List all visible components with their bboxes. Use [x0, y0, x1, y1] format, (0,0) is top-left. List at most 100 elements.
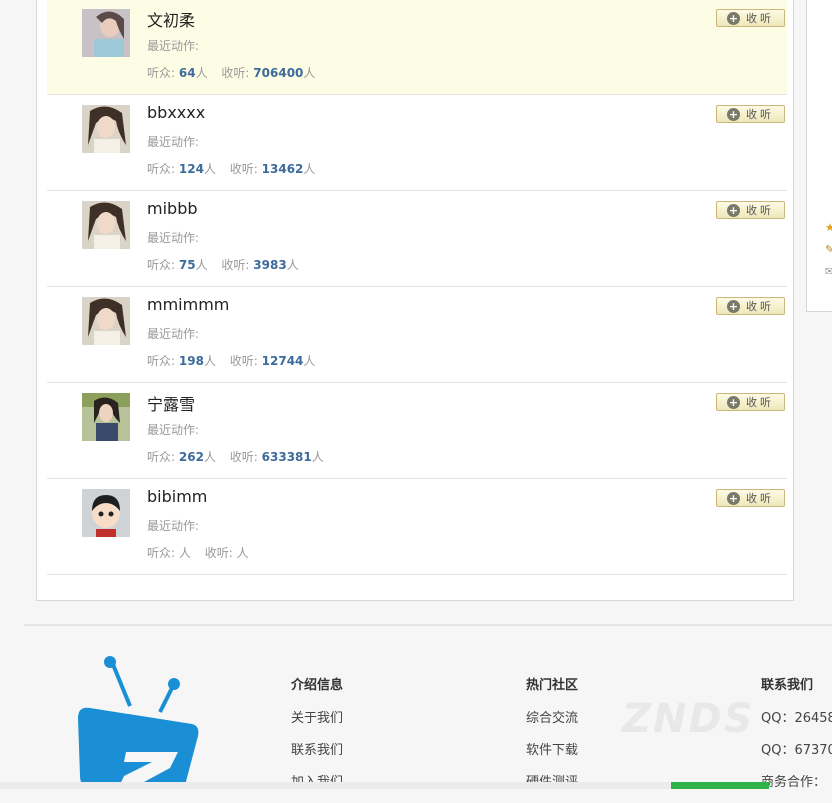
footer-link-downloads[interactable]: 软件下载 — [526, 739, 578, 758]
unit: 人 — [311, 450, 324, 464]
unit: 人 — [203, 450, 216, 464]
list-item: mibbb 最近动作: 听众: 75人 收听: 3983人 + 收听 — [47, 191, 787, 287]
user-name[interactable]: mibbb — [147, 199, 198, 218]
follow-button-label: 收听 — [746, 492, 774, 505]
follow-button-label: 收听 — [746, 108, 774, 121]
user-stats: 听众: 124人 收听: 13462人 — [147, 160, 315, 177]
listeners-count[interactable]: 262 — [179, 450, 204, 464]
unit: 人 — [286, 258, 299, 272]
unit: 人 — [303, 354, 316, 368]
follow-button-label: 收听 — [746, 204, 774, 217]
user-name[interactable]: bbxxxx — [147, 103, 205, 122]
user-stats: 听众: 人 收听: 人 — [147, 544, 249, 561]
footer: 介绍信息 关于我们 联系我们 加入我们 热门社区 综合交流 软件下载 硬件测评 … — [0, 626, 832, 790]
following-count[interactable]: 13462 — [262, 162, 304, 176]
unit: 人 — [203, 354, 216, 368]
list-item: bibimm 最近动作: 听众: 人 收听: 人 + 收听 — [47, 479, 787, 575]
following-label: 收听: — [221, 258, 250, 272]
follow-button[interactable]: + 收听 — [716, 201, 785, 219]
user-name[interactable]: 宁露雪 — [147, 391, 195, 415]
unit: 人 — [195, 258, 208, 272]
user-stats: 听众: 64人 收听: 706400人 — [147, 64, 315, 81]
side-panel: ★ ✎ ✉ — [806, 0, 832, 312]
avatar[interactable] — [82, 297, 130, 345]
recent-activity-label: 最近动作: — [147, 423, 200, 437]
footer-qq-2[interactable]: QQ：67370 — [761, 739, 832, 758]
pencil-icon: ✎ — [825, 243, 832, 256]
listeners-label: 听众: — [147, 546, 176, 560]
recent-activity-label: 最近动作: — [147, 519, 200, 533]
footer-link-general[interactable]: 综合交流 — [526, 707, 578, 726]
listeners-label: 听众: — [147, 450, 176, 464]
recent-activity-label: 最近动作: — [147, 231, 200, 245]
follow-button[interactable]: + 收听 — [716, 393, 785, 411]
unit: 人 — [203, 162, 216, 176]
user-stats: 听众: 198人 收听: 12744人 — [147, 352, 315, 369]
unit: 人 — [236, 546, 249, 560]
follow-button[interactable]: + 收听 — [716, 105, 785, 123]
recent-activity-label: 最近动作: — [147, 327, 200, 341]
following-label: 收听: — [229, 354, 258, 368]
following-label: 收听: — [229, 450, 258, 464]
following-label: 收听: — [204, 546, 233, 560]
listeners-label: 听众: — [147, 258, 176, 272]
user-name[interactable]: 文初柔 — [147, 7, 195, 31]
following-label: 收听: — [229, 162, 258, 176]
user-list: 文初柔 最近动作: 听众: 64人 收听: 706400人 + 收听 bbxxx… — [47, 0, 787, 575]
plus-icon: + — [727, 299, 740, 313]
mail-icon: ✉ — [825, 265, 832, 278]
footer-heading: 热门社区 — [526, 678, 579, 693]
watermark-logo: ZNDS — [622, 696, 755, 742]
listeners-label: 听众: — [147, 354, 176, 368]
follow-button[interactable]: + 收听 — [716, 297, 785, 315]
footer-link-contact[interactable]: 联系我们 — [291, 739, 343, 758]
following-label: 收听: — [221, 66, 250, 80]
plus-icon: + — [727, 107, 740, 121]
listeners-count[interactable]: 198 — [179, 354, 204, 368]
following-count[interactable]: 633381 — [262, 450, 312, 464]
avatar[interactable] — [82, 201, 130, 249]
plus-icon: + — [727, 11, 740, 25]
unit: 人 — [303, 66, 316, 80]
following-count[interactable]: 12744 — [262, 354, 304, 368]
plus-icon: + — [727, 395, 740, 409]
footer-heading: 联系我们 — [761, 678, 814, 693]
footer-link-about[interactable]: 关于我们 — [291, 707, 343, 726]
plus-icon: + — [727, 491, 740, 505]
recent-activity-label: 最近动作: — [147, 135, 200, 149]
user-stats: 听众: 75人 收听: 3983人 — [147, 256, 299, 273]
unit: 人 — [195, 66, 208, 80]
plus-icon: + — [727, 203, 740, 217]
follow-button-label: 收听 — [746, 12, 774, 25]
status-indicator — [671, 782, 769, 789]
recent-activity-label: 最近动作: — [147, 39, 200, 53]
list-item: mmimmm 最近动作: 听众: 198人 收听: 12744人 + 收听 — [47, 287, 787, 383]
list-item: bbxxxx 最近动作: 听众: 124人 收听: 13462人 + 收听 — [47, 95, 787, 191]
listeners-count[interactable]: 75 — [179, 258, 196, 272]
follow-button-label: 收听 — [746, 300, 774, 313]
follow-button[interactable]: + 收听 — [716, 489, 785, 507]
user-name[interactable]: bibimm — [147, 487, 207, 506]
list-item: 文初柔 最近动作: 听众: 64人 收听: 706400人 + 收听 — [47, 0, 787, 95]
footer-business: 商务合作： — [761, 775, 827, 790]
listeners-count[interactable]: 64 — [179, 66, 196, 80]
list-item: 宁露雪 最近动作: 听众: 262人 收听: 633381人 + 收听 — [47, 383, 787, 479]
follow-button-label: 收听 — [746, 396, 774, 409]
avatar[interactable] — [82, 393, 130, 441]
footer-heading: 介绍信息 — [291, 678, 344, 693]
listeners-count[interactable]: 124 — [179, 162, 204, 176]
footer-qq-1[interactable]: QQ：26458 — [761, 707, 832, 726]
avatar[interactable] — [82, 105, 130, 153]
avatar[interactable] — [82, 489, 130, 537]
follow-button[interactable]: + 收听 — [716, 9, 785, 27]
star-icon: ★ — [825, 221, 832, 234]
user-stats: 听众: 262人 收听: 633381人 — [147, 448, 324, 465]
following-count[interactable]: 3983 — [253, 258, 286, 272]
avatar[interactable] — [82, 9, 130, 57]
listeners-label: 听众: — [147, 162, 176, 176]
unit: 人 — [178, 546, 191, 560]
user-name[interactable]: mmimmm — [147, 295, 229, 314]
following-count[interactable]: 706400 — [253, 66, 303, 80]
user-list-panel: 文初柔 最近动作: 听众: 64人 收听: 706400人 + 收听 bbxxx… — [36, 0, 794, 601]
site-logo[interactable] — [74, 656, 204, 789]
